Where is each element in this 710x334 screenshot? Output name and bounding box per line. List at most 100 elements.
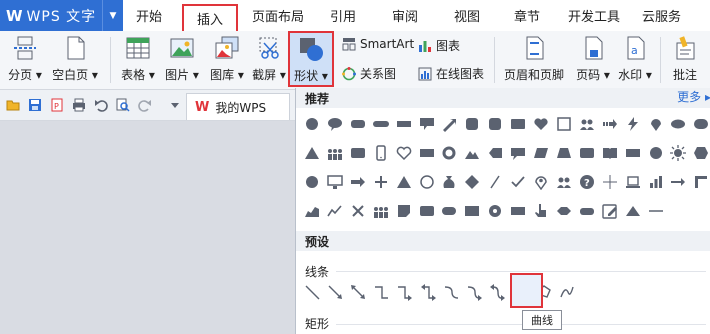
people-shape[interactable] [578,115,596,133]
speech-bubble-shape[interactable] [418,115,436,133]
book-shape[interactable] [601,144,619,162]
chevron-down-icon[interactable] [170,100,184,114]
oval-callout-shape[interactable] [326,115,344,133]
flat-rect-shape[interactable] [395,115,413,133]
rounded-rect-shape[interactable] [349,115,367,133]
circle-shape[interactable] [303,115,321,133]
slash-shape[interactable] [486,173,504,191]
double-arrow-line-shape[interactable] [349,283,367,301]
tab-references[interactable]: 引用 [330,6,356,25]
parallelogram-shape[interactable] [532,144,550,162]
curved-connector-shape[interactable] [442,283,460,301]
wide-rect-shape[interactable] [578,202,596,220]
wide-rect-shape[interactable] [509,115,527,133]
crowd-shape[interactable] [372,202,390,220]
export-pdf-icon[interactable]: P [50,98,64,112]
rounded-rect-shape[interactable] [578,144,596,162]
ellipse-shape[interactable] [669,115,687,133]
picture-button[interactable]: 图片 ▾ [162,31,202,89]
scribble-shape[interactable] [558,283,576,301]
phone-shape[interactable] [372,144,390,162]
smartart-button[interactable]: SmartArt [342,37,414,51]
blank-page-button[interactable]: 空白页 ▾ [50,31,100,89]
heart-outline-shape[interactable] [395,144,413,162]
map-pin-shape[interactable] [647,115,665,133]
hand-pointer-shape[interactable] [532,202,550,220]
callout-shape[interactable] [509,144,527,162]
app-menu-button[interactable]: W WPS 文字 ▼ [0,0,123,31]
triangle-shape[interactable] [395,173,413,191]
gear-shape[interactable] [486,202,504,220]
people-shape[interactable] [555,173,573,191]
elbow-double-arrow-shape[interactable] [419,283,437,301]
area-chart-shape[interactable] [303,202,321,220]
horizontal-line-shape[interactable] [647,202,665,220]
header-footer-button[interactable]: 页眉和页脚 [500,31,568,89]
triangle-shape[interactable] [303,144,321,162]
monitor-shape[interactable] [326,173,344,191]
curved-arrow-connector-shape[interactable] [465,283,483,301]
rect-shape[interactable] [509,202,527,220]
location-shape[interactable] [532,173,550,191]
more-link[interactable]: 更多 ▸ [677,88,710,105]
tab-view[interactable]: 视图 [454,6,480,25]
shape-button[interactable]: 形状 ▾ [288,31,334,87]
arrow-line-shape[interactable] [326,283,344,301]
open-folder-icon[interactable] [6,98,20,112]
screenshot-button[interactable]: 截屏 ▾ [250,31,288,89]
bar-chart-shape[interactable] [647,173,665,191]
chevron-down-icon[interactable]: ▼ [102,0,123,31]
diamond-shape[interactable] [463,173,481,191]
tab-insert[interactable]: 插入 [182,4,238,31]
tab-page-layout[interactable]: 页面布局 [252,6,304,25]
lightning-shape[interactable] [624,115,642,133]
line-shape[interactable] [303,283,321,301]
heart-shape[interactable] [532,115,550,133]
redo-icon[interactable] [138,98,152,112]
diagonal-arrow-shape[interactable] [440,115,458,133]
right-arrow-shape[interactable] [349,173,367,191]
tab-cloud[interactable]: 云服务 [642,6,681,25]
page-break-button[interactable]: 分页 ▾ [6,31,44,89]
corner-shape[interactable] [692,173,710,191]
trapezoid-shape[interactable] [555,144,573,162]
rounded-rect-shape[interactable] [418,202,436,220]
document-tab[interactable]: W 我的WPS [186,93,290,120]
curved-double-arrow-shape[interactable] [489,283,507,301]
undo-icon[interactable] [94,98,108,112]
chart-button[interactable]: 图表 [418,37,460,54]
print-preview-icon[interactable] [116,98,130,112]
circle-shape[interactable] [647,144,665,162]
tab-chapter[interactable]: 章节 [514,6,540,25]
capsule-shape[interactable] [372,115,390,133]
rect-shape[interactable] [624,144,642,162]
circle-shape[interactable] [303,173,321,191]
tab-review[interactable]: 审阅 [392,6,418,25]
tag-shape[interactable] [486,144,504,162]
trend-line-shape[interactable] [326,202,344,220]
edit-note-shape[interactable] [601,202,619,220]
ring-shape[interactable] [440,144,458,162]
money-bag-shape[interactable] [440,173,458,191]
online-chart-button[interactable]: 在线图表 [418,65,484,82]
elbow-connector-shape[interactable] [373,283,391,301]
tab-developer[interactable]: 开发工具 [568,6,620,25]
hollow-square-shape[interactable] [555,115,573,133]
rounded-square-shape[interactable] [463,115,481,133]
striped-arrow-shape[interactable] [601,115,619,133]
long-arrow-shape[interactable] [669,173,687,191]
x-mark-shape[interactable] [349,202,367,220]
save-icon[interactable] [28,98,42,112]
watermark-button[interactable]: a 水印 ▾ [614,31,656,89]
laptop-shape[interactable] [624,173,642,191]
triangle-shape[interactable] [624,202,642,220]
sun-shape[interactable] [669,144,687,162]
page-number-button[interactable]: 页码 ▾ [572,31,614,89]
crowd-shape[interactable] [326,144,344,162]
relation-diagram-button[interactable]: 关系图 [342,65,396,82]
comment-button[interactable]: 批注 [666,31,704,89]
crosshair-shape[interactable] [601,173,619,191]
card-shape[interactable] [349,144,367,162]
tab-home[interactable]: 开始 [136,6,162,25]
question-shape[interactable]: ? [578,173,596,191]
